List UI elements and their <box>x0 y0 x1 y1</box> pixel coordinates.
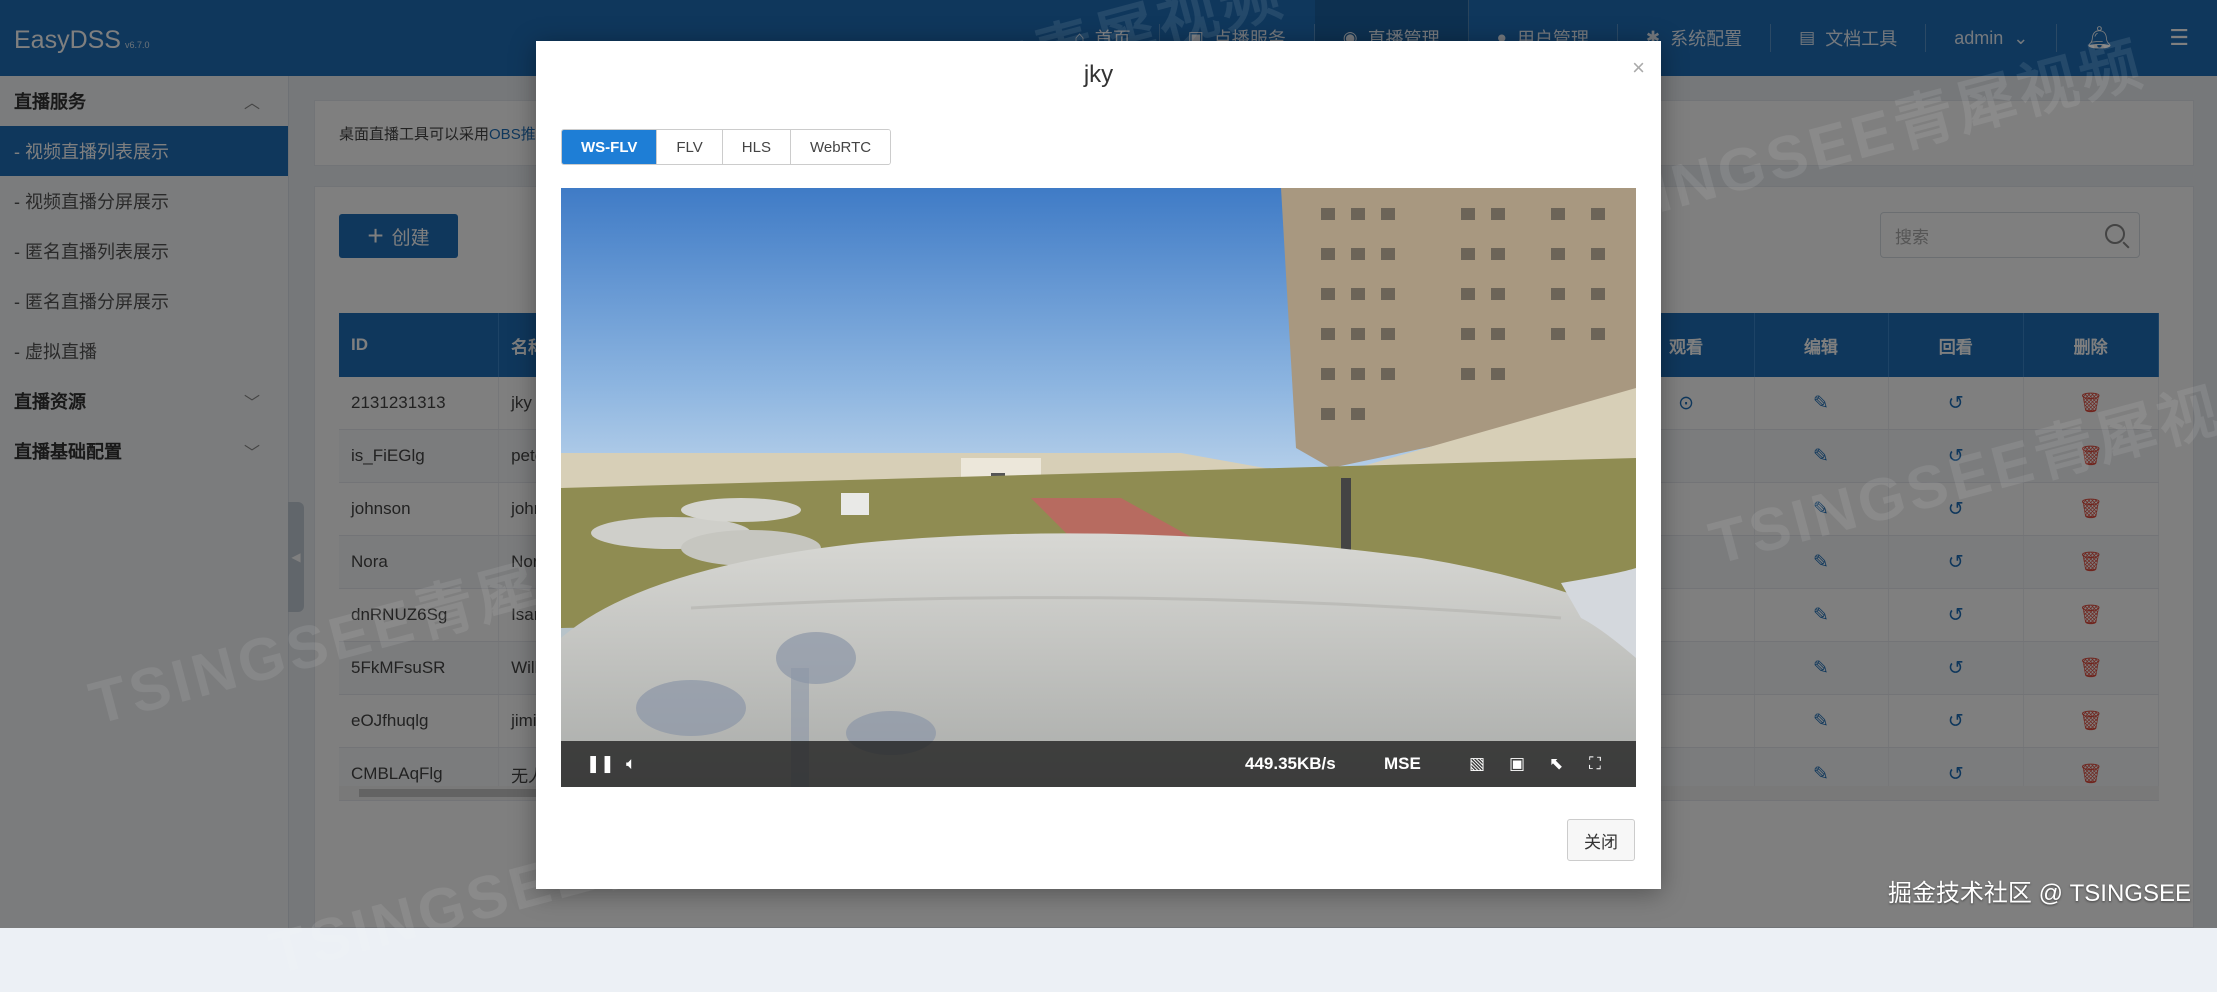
source-caption: 掘金技术社区 @ TSINGSEE <box>1887 880 2191 907</box>
video-player[interactable]: ❚❚ 🔈︎ 449.35KB/s MSE ▧ ▣ ⬉ ⛶ <box>561 188 1636 787</box>
modal-title: jky <box>1083 61 1114 88</box>
protocol-tabs: WS-FLV FLV HLS WebRTC <box>561 129 892 165</box>
tab-flv[interactable]: FLV <box>657 130 723 164</box>
fullscreen-icon[interactable]: ⛶ <box>1589 741 1601 787</box>
tab-webrtc[interactable]: WebRTC <box>790 130 891 164</box>
close-icon[interactable]: × <box>1632 55 1645 81</box>
volume-icon[interactable]: 🔈︎ <box>626 741 636 787</box>
player-controls: ❚❚ 🔈︎ 449.35KB/s MSE ▧ ▣ ⬉ ⛶ <box>561 741 1636 787</box>
video-frame <box>561 188 1636 787</box>
record-icon[interactable]: ▣ <box>1509 741 1525 787</box>
bitrate-readout: 449.35KB/s <box>1245 754 1336 773</box>
player-modal: jky × WS-FLV FLV HLS WebRTC ❚❚ 🔈︎ 449.35… <box>536 41 1661 889</box>
zoom-pointer-icon[interactable]: ⬉ <box>1549 741 1563 787</box>
pause-icon[interactable]: ❚❚ <box>586 741 615 787</box>
screenshot-icon[interactable]: ▧ <box>1469 741 1485 787</box>
decode-mode: MSE <box>1384 754 1421 773</box>
close-button[interactable]: 关闭 <box>1567 819 1635 861</box>
tab-ws-flv[interactable]: WS-FLV <box>562 130 658 164</box>
tab-hls[interactable]: HLS <box>722 130 791 164</box>
